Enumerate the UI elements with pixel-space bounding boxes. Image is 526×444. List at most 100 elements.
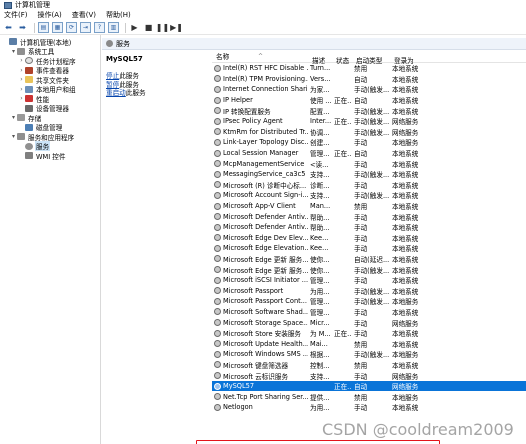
- selected-service-title: MySQL57: [106, 55, 143, 63]
- service-row[interactable]: Microsoft 云标识服务 支持... 手动 网络服务: [212, 370, 526, 381]
- service-startup-type: 禁用: [354, 203, 368, 212]
- column-header-description[interactable]: 描述: [308, 51, 332, 65]
- stop-link[interactable]: 停止: [106, 72, 119, 80]
- show-hide-tree-icon[interactable]: ▤: [38, 22, 49, 33]
- service-row[interactable]: Microsoft Update Health... Mai... 禁用 本地系统: [212, 338, 526, 349]
- tree-item-label: 服务和应用程序: [28, 133, 75, 142]
- tree-item[interactable]: › 共享文件夹: [0, 75, 100, 85]
- menu-view[interactable]: 查看(V): [72, 10, 96, 21]
- forward-icon[interactable]: ➡: [17, 22, 28, 33]
- tree-item[interactable]: › 性能: [0, 94, 100, 104]
- expand-toggle-icon[interactable]: ›: [18, 86, 25, 93]
- service-row[interactable]: Microsoft Edge 更新 服务... 使你... 手动(触发... 本地系统: [212, 264, 526, 275]
- service-row[interactable]: MessagingService_ca3c5 支持... 手动(触发... 本地系统: [212, 169, 526, 180]
- service-row[interactable]: Internet Connection Shari... 为家... 手动(触发..…: [212, 84, 526, 95]
- service-row[interactable]: Microsoft Defender Antiv... 帮助... 手动 本地系统: [212, 222, 526, 233]
- expand-toggle-icon[interactable]: ▾: [10, 48, 17, 55]
- refresh-icon[interactable]: ⟳: [66, 22, 77, 33]
- service-row[interactable]: Microsoft 键盘筛选器 控制... 禁用 本地系统: [212, 360, 526, 371]
- restart-link[interactable]: 重启动: [106, 89, 126, 97]
- menu-action[interactable]: 操作(A): [38, 10, 62, 21]
- tree-item[interactable]: ▾ 系统工具: [0, 47, 100, 56]
- expand-toggle-icon[interactable]: ›: [18, 76, 25, 83]
- service-startup-type: 手动(触发...: [354, 171, 390, 180]
- toolbar: ⬅ ➡ ▤ ▦ ⟳ ⇥ ? ▥ ▶ ■ ❚❚ ▶❚: [0, 21, 526, 35]
- expand-toggle-icon[interactable]: ›: [18, 67, 25, 74]
- properties-icon[interactable]: ▦: [52, 22, 63, 33]
- service-row[interactable]: KtmRm for Distributed Tr... 协调... 手动(触发...…: [212, 127, 526, 138]
- service-log-on-as: 本地系统: [392, 171, 419, 180]
- service-name-cell: IPsec Policy Agent: [212, 117, 308, 125]
- gear-icon: [214, 170, 221, 178]
- help-icon[interactable]: ?: [94, 22, 105, 33]
- service-row[interactable]: Microsoft Storage Space... Micr... 手动 网络服务: [212, 317, 526, 328]
- service-row[interactable]: IPsec Policy Agent Inter... 正在... 手动(触发... 网…: [212, 116, 526, 127]
- service-row[interactable]: Intel(R) RST HFC Disable ... Turn... 禁用 本地系…: [212, 63, 526, 74]
- service-row[interactable]: Local Session Manager 管理... 正在... 自动 本地系统: [212, 148, 526, 159]
- menu-bar: 文件(F) 操作(A) 查看(V) 帮助(H): [0, 10, 526, 21]
- service-name: Microsoft Edge Elevation...: [223, 244, 308, 253]
- tree-item[interactable]: ▾ 服务和应用程序: [0, 132, 100, 142]
- stop-service-action: 停止此服务: [106, 72, 210, 81]
- service-row[interactable]: Microsoft Store 安装服务为 M... 正在... 手动 本地系统: [212, 328, 526, 339]
- service-name-cell: Microsoft Defender Antiv...: [212, 223, 308, 231]
- tree-item[interactable]: › 本地用户和组: [0, 85, 100, 94]
- show-action-pane-icon[interactable]: ▥: [108, 22, 119, 33]
- service-row[interactable]: Microsoft App-V Client Man... 禁用 本地系统: [212, 201, 526, 212]
- expand-toggle-icon[interactable]: ▾: [10, 133, 17, 140]
- tree-item[interactable]: 服务: [0, 141, 100, 152]
- device-manager-icon: [25, 104, 33, 112]
- expand-toggle-icon[interactable]: ›: [18, 95, 25, 102]
- service-row[interactable]: IP Helper 使用 ... 正在... 自动 本地系统: [212, 95, 526, 106]
- tree-item[interactable]: 计算机管理(本地): [0, 37, 100, 47]
- gear-icon: [214, 350, 221, 358]
- column-header-status[interactable]: 状态: [332, 51, 352, 65]
- service-row[interactable]: Microsoft Defender Antiv... 帮助... 手动 本地系统: [212, 211, 526, 222]
- column-header-startup-type[interactable]: 启动类型: [352, 51, 390, 65]
- expand-toggle-icon[interactable]: ▾: [10, 114, 17, 121]
- service-row[interactable]: Microsoft Edge Dev Elev... Kee... 手动 本地系统: [212, 233, 526, 244]
- tree-item[interactable]: 设备管理器: [0, 104, 100, 113]
- service-row[interactable]: Microsoft Software Shad... 管理... 手动 本地系统: [212, 307, 526, 318]
- tree-item[interactable]: ▾ 存储: [0, 113, 100, 123]
- clock-icon: [25, 57, 33, 65]
- service-row[interactable]: Intel(R) TPM Provisioning... Vers... 自动 本地系…: [212, 74, 526, 85]
- extended-panel: MySQL57 停止此服务 暂停此服务 重启动此服务: [102, 51, 210, 444]
- service-row[interactable]: Microsoft Edge 更新 服务... 使你... 自动(延迟... 本地系统: [212, 254, 526, 265]
- stop-service-icon[interactable]: ■: [143, 22, 154, 33]
- menu-file[interactable]: 文件(F): [4, 10, 28, 21]
- service-row[interactable]: Link-Layer Topology Disc... 创建... 手动 本地服务: [212, 137, 526, 148]
- service-row[interactable]: Microsoft Windows SMS ... 根据... 手动(触发... 本地…: [212, 349, 526, 360]
- service-log-on-as: 本地系统: [392, 255, 419, 264]
- services-list: 名称 ^ 描述 状态 启动类型 登录为 Intel(R) RST HFC Dis…: [196, 51, 526, 444]
- back-icon[interactable]: ⬅: [3, 22, 14, 33]
- service-row[interactable]: Net.Tcp Port Sharing Ser... 提供... 禁用 本地服务: [212, 391, 526, 402]
- service-row[interactable]: Microsoft Account Sign-i... 支持... 手动(触发...…: [212, 190, 526, 201]
- restart-service-icon[interactable]: ▶❚: [170, 22, 183, 33]
- service-row[interactable]: McpManagementService <读... 手动 本地系统: [212, 158, 526, 169]
- service-row[interactable]: Microsoft (R) 诊断中心标... 诊断... 手动 本地系统: [212, 180, 526, 191]
- service-row[interactable]: Microsoft Passport Cont... 管理... 手动(触发... 本…: [212, 296, 526, 307]
- service-row[interactable]: Netlogon 为用... 手动 本地系统: [212, 402, 526, 413]
- tree-item[interactable]: WMI 控件: [0, 151, 100, 161]
- service-rows: Intel(R) RST HFC Disable ... Turn... 禁用 本地系…: [212, 63, 526, 413]
- service-row[interactable]: Microsoft Edge Elevation... Kee... 手动 本地系统: [212, 243, 526, 254]
- export-list-icon[interactable]: ⇥: [80, 22, 91, 33]
- tree-item[interactable]: › 事件查看器: [0, 66, 100, 75]
- service-row[interactable]: Microsoft iSCSI Initiator ... 管理... 手动 本地系统: [212, 275, 526, 286]
- column-header-name[interactable]: 名称 ^: [212, 51, 308, 62]
- pause-service-icon[interactable]: ❚❚: [156, 22, 169, 33]
- start-service-icon[interactable]: ▶: [129, 22, 140, 33]
- service-row[interactable]: Microsoft Passport 为用... 手动(触发... 本地系统: [212, 285, 526, 296]
- tree-item[interactable]: 磁盘管理: [0, 123, 100, 132]
- menu-help[interactable]: 帮助(H): [106, 10, 131, 21]
- gear-icon: [214, 202, 221, 210]
- service-row[interactable]: IP 转换配置服务 配置... 手动(触发... 本地系统: [212, 105, 526, 116]
- gear-icon: [214, 340, 221, 348]
- column-header-log-on-as[interactable]: 登录为: [390, 51, 435, 65]
- expand-toggle-icon[interactable]: ›: [18, 57, 25, 64]
- service-description: 诊断...: [310, 181, 330, 190]
- tree-item[interactable]: › 任务计划程序: [0, 56, 100, 66]
- pause-link[interactable]: 暂停: [106, 81, 119, 89]
- service-row-selected[interactable]: MySQL57 正在... 自动 网络服务: [212, 380, 526, 392]
